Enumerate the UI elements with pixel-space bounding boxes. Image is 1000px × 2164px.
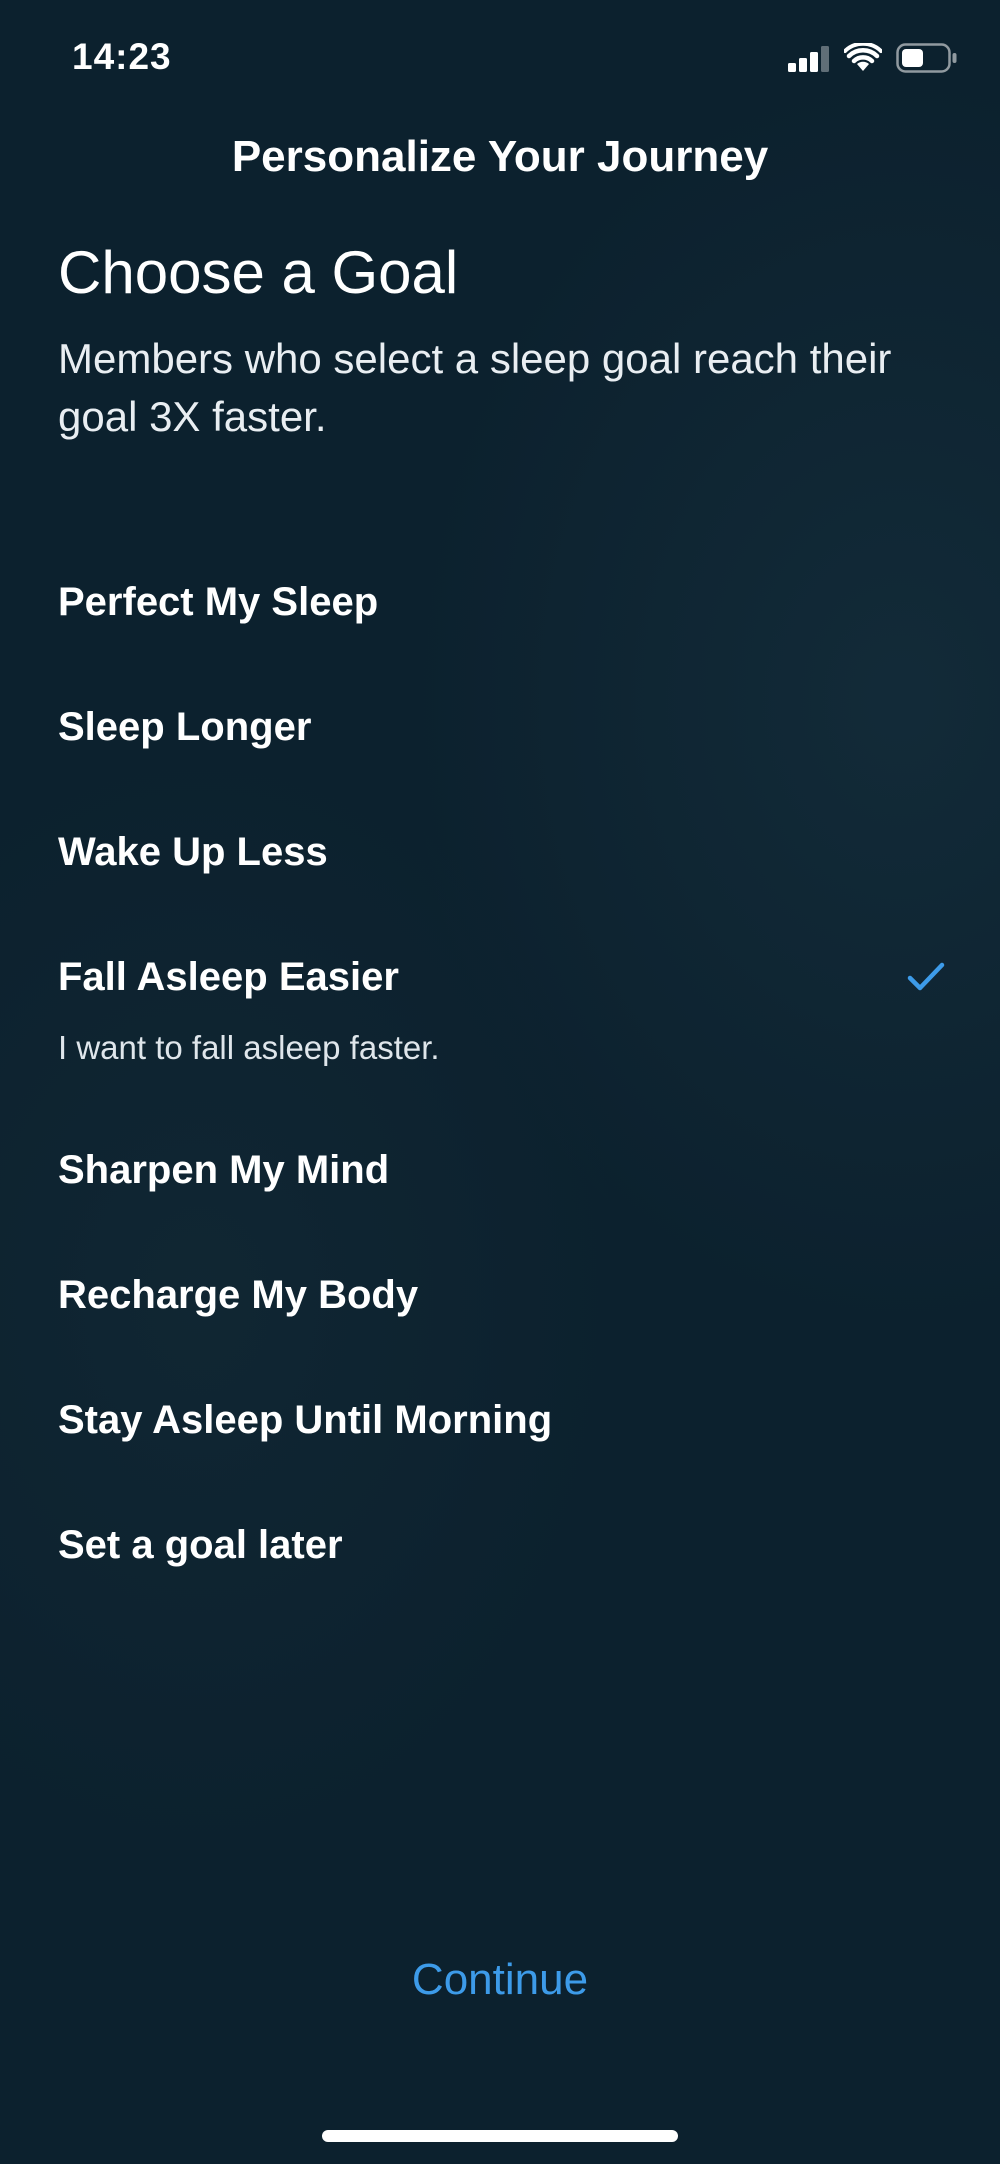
goal-option-sleep-longer[interactable]: Sleep Longer <box>0 681 1000 781</box>
cellular-signal-icon <box>788 44 830 77</box>
goal-option-sharpen-my-mind[interactable]: Sharpen My Mind <box>0 1124 1000 1224</box>
goal-label: Sleep Longer <box>58 705 312 749</box>
goal-option-set-a-goal-later[interactable]: Set a goal later <box>0 1499 1000 1599</box>
goal-option-stay-asleep-until-morning[interactable]: Stay Asleep Until Morning <box>0 1374 1000 1474</box>
battery-icon <box>896 42 958 78</box>
wifi-icon <box>843 41 883 78</box>
home-indicator[interactable] <box>322 2130 678 2142</box>
goal-option-wake-up-less[interactable]: Wake Up Less <box>0 806 1000 906</box>
goal-option-perfect-my-sleep[interactable]: Perfect My Sleep <box>0 556 1000 656</box>
section-subtitle: Members who select a sleep goal reach th… <box>58 335 892 440</box>
status-icons <box>788 41 958 78</box>
goal-label: Wake Up Less <box>58 830 328 874</box>
goal-description: I want to fall asleep faster. <box>58 1029 440 1066</box>
goal-label: Recharge My Body <box>58 1273 419 1317</box>
background <box>0 0 1000 2164</box>
goal-option-recharge-my-body[interactable]: Recharge My Body <box>0 1249 1000 1349</box>
goal-label: Perfect My Sleep <box>58 580 379 624</box>
page-title: Personalize Your Journey <box>231 132 769 181</box>
goal-option-fall-asleep-easier[interactable]: Fall Asleep Easier I want to fall asleep… <box>0 931 1000 1071</box>
goal-label: Sharpen My Mind <box>58 1148 390 1192</box>
checkmark-icon <box>906 961 946 993</box>
goal-label: Stay Asleep Until Morning <box>58 1398 553 1442</box>
section-heading: Choose a Goal <box>58 239 459 306</box>
status-time: 14:23 <box>72 36 172 77</box>
goal-label: Fall Asleep Easier <box>58 955 399 999</box>
status-bar: 14:23 <box>0 0 1000 120</box>
goal-label: Set a goal later <box>58 1523 343 1567</box>
continue-button[interactable]: Continue <box>300 1945 700 2015</box>
